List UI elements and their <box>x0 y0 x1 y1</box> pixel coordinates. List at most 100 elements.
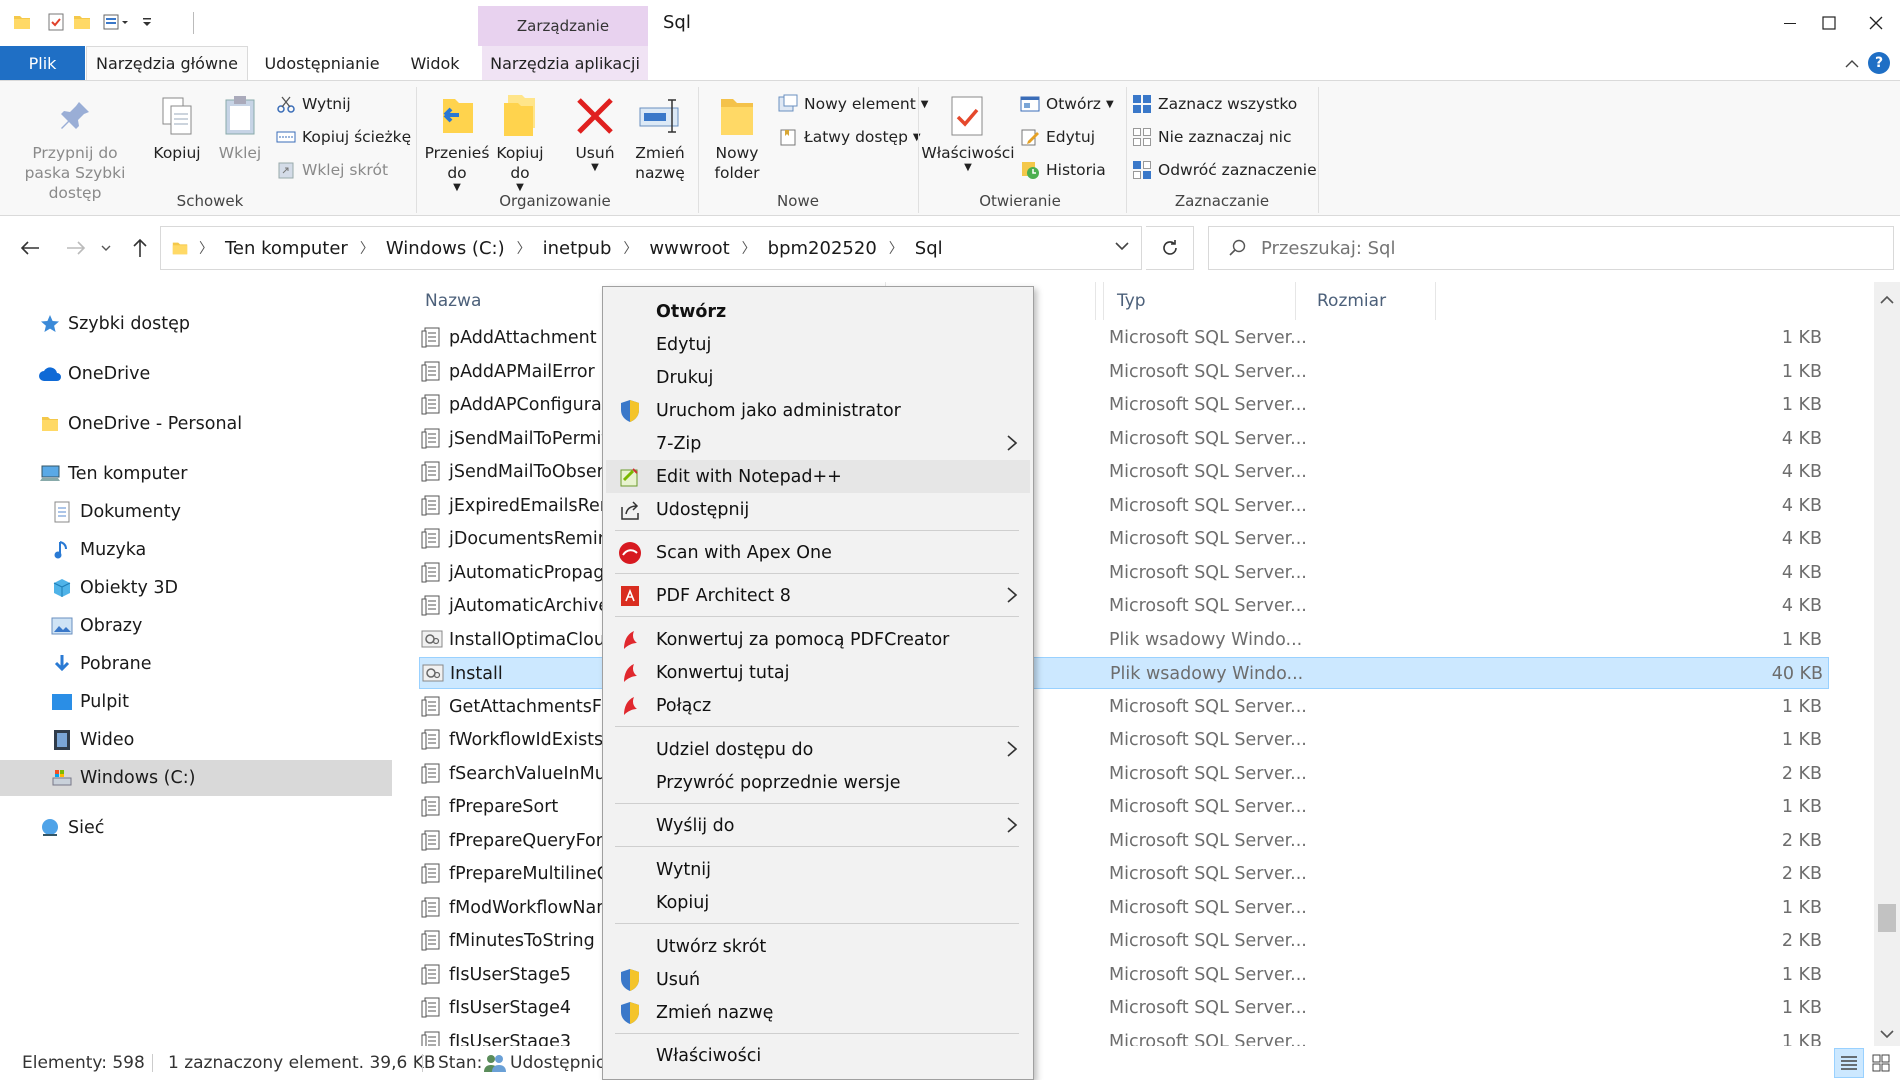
address-bar[interactable]: 〉 Ten komputer 〉 Windows (C:) 〉 inetpub … <box>160 226 1142 270</box>
menu-item-merge[interactable]: Połącz <box>606 689 1030 722</box>
menu-item-run-as-admin[interactable]: Uruchom jako administrator <box>606 394 1030 427</box>
menu-item-send-to[interactable]: Wyślij do <box>606 809 1030 842</box>
move-to-button[interactable]: Przenieś do ▼ <box>420 91 494 193</box>
forward-button[interactable] <box>58 230 94 266</box>
back-button[interactable] <box>12 230 48 266</box>
select-all-button[interactable]: Zaznacz wszystko <box>1132 91 1297 117</box>
nav-desktop[interactable]: Pulpit <box>0 684 392 720</box>
menu-item-convert-here[interactable]: Konwertuj tutaj <box>606 656 1030 689</box>
menu-item-create-shortcut[interactable]: Utwórz skrót <box>606 930 1030 963</box>
chevron-right-icon[interactable]: 〉 <box>623 238 637 258</box>
easy-access-button[interactable]: Łatwy dostęp ▼ <box>778 124 921 150</box>
breadcrumb-bpm202520[interactable]: bpm202520 <box>768 238 877 259</box>
new-folder-quick-icon[interactable] <box>70 10 94 34</box>
menu-item-pdfcreator-convert[interactable]: Konwertuj za pomocą PDFCreator <box>606 623 1030 656</box>
maximize-button[interactable] <box>1806 2 1852 44</box>
customize-toolbar-icon[interactable] <box>100 10 134 34</box>
close-button[interactable] <box>1852 2 1900 44</box>
menu-item-apex-scan[interactable]: Scan with Apex One <box>606 536 1030 569</box>
column-header-name[interactable]: Nazwa <box>425 282 481 320</box>
open-button[interactable]: Otwórz ▼ <box>1020 91 1114 117</box>
nav-onedrive-personal[interactable]: OneDrive - Personal <box>0 406 392 442</box>
menu-item-give-access[interactable]: Udziel dostępu do <box>606 733 1030 766</box>
scroll-down-arrow-icon[interactable] <box>1880 1024 1894 1044</box>
properties-quick-icon[interactable] <box>44 10 68 34</box>
nav-onedrive[interactable]: OneDrive <box>0 356 392 392</box>
cut-button[interactable]: Wytnij <box>276 91 351 117</box>
nav-3d-objects[interactable]: Obiekty 3D <box>0 570 392 606</box>
edit-button[interactable]: Edytuj <box>1020 124 1095 150</box>
tab-home[interactable]: Narzędzia główne <box>86 46 248 80</box>
menu-item-share[interactable]: Udostępnij <box>606 493 1030 526</box>
paste-shortcut-button[interactable]: Wklej skrót <box>276 157 388 183</box>
nav-videos[interactable]: Wideo <box>0 722 392 758</box>
search-box[interactable] <box>1208 226 1894 270</box>
vertical-scrollbar[interactable] <box>1874 282 1900 1046</box>
clipboard-icon <box>218 91 262 141</box>
nav-quick-access[interactable]: Szybki dostęp <box>0 306 392 342</box>
nav-music[interactable]: Muzyka <box>0 532 392 568</box>
help-icon[interactable]: ? <box>1868 52 1890 74</box>
breadcrumb-drive-c[interactable]: Windows (C:) <box>386 238 505 259</box>
chevron-right-icon[interactable]: 〉 <box>742 238 756 258</box>
menu-item-cut[interactable]: Wytnij <box>606 853 1030 886</box>
menu-item-rename[interactable]: Zmień nazwę <box>606 996 1030 1029</box>
menu-item-pdf-architect[interactable]: PDF Architect 8 <box>606 579 1030 612</box>
scroll-thumb[interactable] <box>1878 904 1896 932</box>
menu-item-notepadpp[interactable]: Edit with Notepad++ <box>606 460 1030 493</box>
properties-button[interactable]: Właściwości ▼ <box>921 91 1015 173</box>
copy-path-button[interactable]: Kopiuj ścieżkę <box>276 124 411 150</box>
tab-file[interactable]: Plik <box>0 46 85 80</box>
address-dropdown-icon[interactable] <box>1115 241 1129 251</box>
breadcrumb-wwwroot[interactable]: wwwroot <box>649 238 729 259</box>
menu-item-copy[interactable]: Kopiuj <box>606 886 1030 919</box>
chevron-right-icon[interactable]: 〉 <box>889 238 903 258</box>
new-item-button[interactable]: Nowy element ▼ <box>778 91 928 117</box>
new-folder-button[interactable]: Nowy folder <box>704 91 770 183</box>
nav-documents[interactable]: Dokumenty <box>0 494 392 530</box>
chevron-right-icon[interactable]: 〉 <box>360 238 374 258</box>
menu-item-7zip[interactable]: 7-Zip <box>606 427 1030 460</box>
nav-network[interactable]: Sieć <box>0 810 392 846</box>
nav-downloads[interactable]: Pobrane <box>0 646 392 682</box>
tab-share[interactable]: Udostępnianie <box>258 46 386 80</box>
invert-selection-button[interactable]: Odwróć zaznaczenie <box>1132 157 1317 183</box>
scroll-up-arrow-icon[interactable] <box>1880 290 1894 310</box>
breadcrumb-this-pc[interactable]: Ten komputer <box>225 238 348 259</box>
nav-this-pc[interactable]: Ten komputer <box>0 456 392 492</box>
history-button[interactable]: Historia <box>1020 157 1106 183</box>
menu-item-restore-versions[interactable]: Przywróć poprzednie wersje <box>606 766 1030 799</box>
rename-button[interactable]: Zmień nazwę <box>630 91 690 183</box>
search-input[interactable] <box>1261 237 1861 259</box>
menu-item-delete[interactable]: Usuń <box>606 963 1030 996</box>
column-header-type[interactable]: Typ <box>1117 282 1146 320</box>
chevron-down-icon[interactable] <box>136 10 158 34</box>
nav-drive-c[interactable]: Windows (C:) <box>0 760 392 796</box>
chevron-right-icon[interactable]: 〉 <box>517 238 531 258</box>
copy-button[interactable]: Kopiuj <box>146 91 208 163</box>
menu-item-print[interactable]: Drukuj <box>606 361 1030 394</box>
paste-button[interactable]: Wklej <box>210 91 270 163</box>
pdfcreator-icon <box>618 628 642 652</box>
up-button[interactable] <box>122 230 158 266</box>
details-view-button[interactable] <box>1834 1048 1864 1078</box>
refresh-button[interactable] <box>1146 226 1194 270</box>
nav-pictures[interactable]: Obrazy <box>0 608 392 644</box>
menu-item-edit[interactable]: Edytuj <box>606 328 1030 361</box>
music-icon <box>50 538 74 562</box>
menu-item-open[interactable]: Otwórz <box>606 295 1030 328</box>
recent-locations-icon[interactable] <box>96 230 116 266</box>
video-icon <box>50 728 74 752</box>
tab-app-tools[interactable]: Narzędzia aplikacji <box>482 46 648 80</box>
breadcrumb-sql[interactable]: Sql <box>915 238 943 259</box>
copy-to-button[interactable]: Kopiuj do ▼ <box>488 91 552 193</box>
chevron-up-icon[interactable] <box>1842 54 1862 74</box>
breadcrumb-inetpub[interactable]: inetpub <box>543 238 612 259</box>
select-none-button[interactable]: Nie zaznaczaj nic <box>1132 124 1292 150</box>
tab-view[interactable]: Widok <box>396 46 474 80</box>
delete-button[interactable]: Usuń ▼ <box>564 91 626 173</box>
menu-item-properties[interactable]: Właściwości <box>606 1039 1030 1072</box>
large-icons-view-button[interactable] <box>1866 1048 1896 1078</box>
pin-quick-access-button[interactable]: Przypnij do paska Szybki dostęp <box>10 91 140 203</box>
column-header-size[interactable]: Rozmiar <box>1317 282 1386 320</box>
